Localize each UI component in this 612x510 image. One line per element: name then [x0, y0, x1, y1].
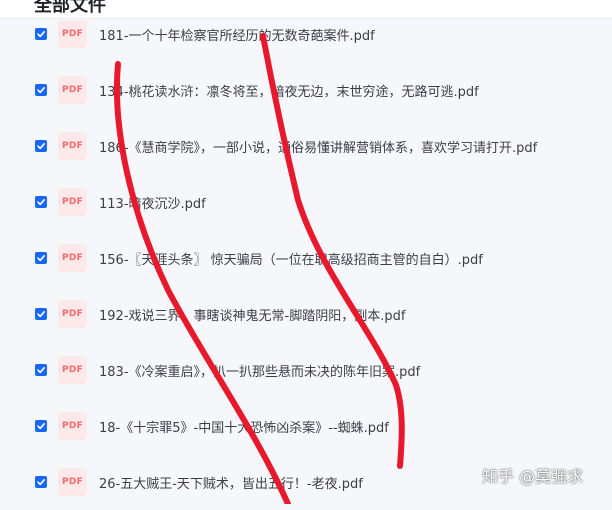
pdf-file-icon: PDF	[58, 188, 87, 216]
pdf-file-icon: PDF	[58, 132, 87, 160]
pdf-file-icon: PDF	[58, 300, 87, 328]
file-row[interactable]: PDF 186-《慧商学院》，一部小说，通俗易懂讲解营销体系，喜欢学习请打开.pd…	[0, 118, 612, 174]
file-name[interactable]: 18-《十宗罪5》-中国十大恐怖凶杀案》--蜘蛛.pdf	[99, 417, 389, 436]
file-checkbox[interactable]	[35, 140, 47, 152]
file-row[interactable]: PDF 113-暗夜沉沙.pdf	[0, 174, 612, 230]
pdf-file-icon: PDF	[58, 76, 87, 104]
file-checkbox[interactable]	[35, 420, 47, 432]
file-checkbox[interactable]	[35, 196, 47, 208]
file-row[interactable]: PDF 183-《冷案重启》，扒一扒那些悬而未决的陈年旧案.pdf	[0, 342, 612, 398]
file-name[interactable]: 156-〖天涯头条〗 惊天骗局（一位在职高级招商主管的自白）.pdf	[99, 249, 483, 268]
pdf-file-icon: PDF	[58, 20, 87, 48]
file-name[interactable]: 181-一个十年检察官所经历的无数奇葩案件.pdf	[99, 25, 375, 44]
file-checkbox[interactable]	[35, 84, 47, 96]
pdf-file-icon: PDF	[58, 244, 87, 272]
watermark: 知乎 @莫强求	[482, 467, 584, 486]
pdf-file-icon: PDF	[58, 412, 87, 440]
file-checkbox[interactable]	[35, 308, 47, 320]
file-list: PDF 181-一个十年检察官所经历的无数奇葩案件.pdf PDF 134-桃花读水浒…	[0, 0, 612, 504]
file-row[interactable]: PDF 192-戏说三界，事瞎谈神鬼无常-脚踏阴阳，副本.pdf	[0, 286, 612, 342]
file-name[interactable]: 186-《慧商学院》，一部小说，通俗易懂讲解营销体系，喜欢学习请打开.pdf	[99, 137, 537, 156]
section-title: 全部文件	[34, 0, 106, 16]
pdf-file-icon: PDF	[58, 356, 87, 384]
file-name[interactable]: 113-暗夜沉沙.pdf	[99, 193, 206, 212]
file-checkbox[interactable]	[35, 364, 47, 376]
file-checkbox[interactable]	[35, 476, 47, 488]
file-row[interactable]: PDF 156-〖天涯头条〗 惊天骗局（一位在职高级招商主管的自白）.pdf	[0, 230, 612, 286]
file-name[interactable]: 134-桃花读水浒：凛冬将至，暗夜无边，末世穷途，无路可逃.pdf	[99, 81, 479, 100]
file-row[interactable]: PDF 18-《十宗罪5》-中国十大恐怖凶杀案》--蜘蛛.pdf	[0, 398, 612, 454]
file-checkbox[interactable]	[35, 28, 47, 40]
section-header: 全部文件	[0, 0, 612, 19]
file-row[interactable]: PDF 134-桃花读水浒：凛冬将至，暗夜无边，末世穷途，无路可逃.pdf	[0, 62, 612, 118]
file-checkbox[interactable]	[35, 252, 47, 264]
file-name[interactable]: 26-五大贼王-天下贼术，皆出五行！-老夜.pdf	[99, 473, 363, 492]
file-name[interactable]: 192-戏说三界，事瞎谈神鬼无常-脚踏阴阳，副本.pdf	[99, 305, 405, 324]
file-name[interactable]: 183-《冷案重启》，扒一扒那些悬而未决的陈年旧案.pdf	[99, 361, 420, 380]
pdf-file-icon: PDF	[58, 468, 87, 496]
